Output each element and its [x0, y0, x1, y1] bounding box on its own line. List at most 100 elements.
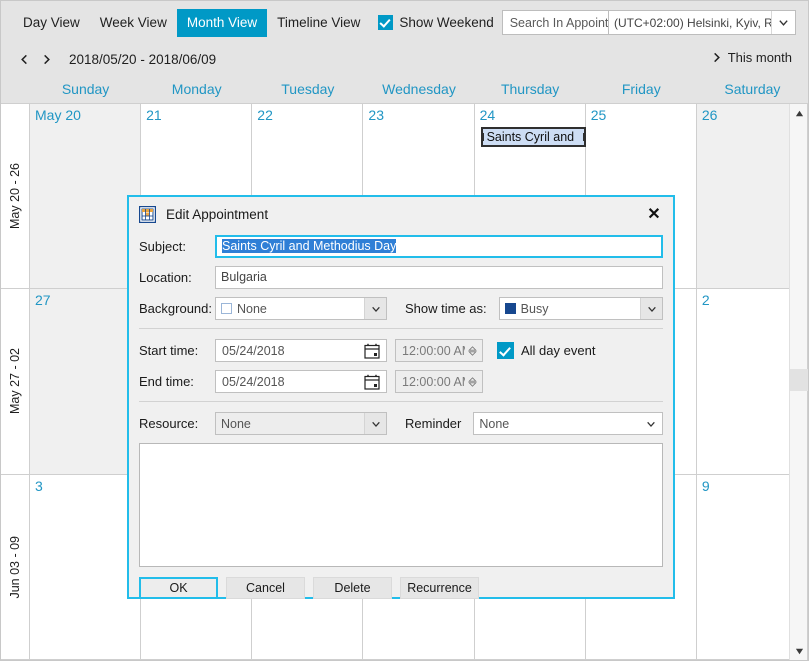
dialog-title: Edit Appointment: [166, 206, 269, 222]
end-time-label: End time:: [139, 374, 194, 389]
delete-button[interactable]: Delete: [313, 577, 392, 599]
reminder-select[interactable]: None: [473, 412, 663, 435]
show-weekend-checkbox[interactable]: Show Weekend: [378, 15, 494, 30]
start-time-value: 12:00:00 AM: [402, 343, 465, 358]
reminder-label: Reminder: [405, 416, 462, 431]
tab-week-view[interactable]: Week View: [90, 9, 177, 37]
reminder-value: None: [479, 416, 510, 431]
chevron-down-icon[interactable]: [364, 298, 386, 319]
cancel-button[interactable]: Cancel: [226, 577, 305, 599]
scroll-up-button[interactable]: [790, 104, 808, 122]
day-number: May 20: [35, 107, 81, 123]
day-number: 22: [257, 107, 273, 123]
prev-period-button[interactable]: [13, 49, 35, 71]
start-time-row: Start time: 05/24/2018 12:00:00 AM: [139, 339, 663, 362]
day-header-thursday: Thursday: [500, 81, 560, 97]
time-spinner-icon[interactable]: [465, 341, 479, 360]
day-header-monday: Monday: [171, 81, 222, 97]
divider: [139, 401, 663, 402]
resource-row: Resource: None Reminder None: [139, 412, 663, 435]
notes-textarea[interactable]: [139, 443, 663, 567]
day-header-row: Sunday Monday Tuesday Wednesday Thursday…: [1, 75, 808, 104]
end-time-input[interactable]: 12:00:00 AM: [395, 370, 483, 393]
chevron-right-icon: [713, 52, 720, 63]
resize-handle-left[interactable]: [482, 133, 484, 141]
next-period-button[interactable]: [35, 49, 57, 71]
background-value: None: [237, 301, 267, 316]
start-date-input[interactable]: 05/24/2018: [215, 339, 387, 362]
day-number: 25: [590, 107, 607, 123]
week-label: May 20 - 26: [1, 104, 29, 290]
time-spinner-icon[interactable]: [465, 372, 479, 391]
week-label-text: Jun 03 - 09: [8, 535, 22, 599]
week-label-spacer: [1, 75, 30, 103]
week-label-text: May 27 - 02: [8, 348, 22, 415]
scroll-down-button[interactable]: [790, 642, 808, 660]
vertical-scrollbar[interactable]: [789, 104, 808, 660]
chevron-down-icon[interactable]: [640, 413, 662, 434]
tab-day-view[interactable]: Day View: [13, 9, 90, 37]
toolbar: Day View Week View Month View Timeline V…: [1, 1, 808, 44]
color-swatch-none-icon: [221, 303, 232, 314]
show-weekend-label: Show Weekend: [399, 15, 494, 30]
all-day-event-checkbox[interactable]: All day event: [497, 342, 595, 359]
appointment-title: Saints Cyril and: [486, 130, 575, 144]
search-input[interactable]: [507, 14, 616, 31]
subject-input[interactable]: Saints Cyril and Methodius Day: [215, 235, 663, 258]
tab-timeline-view[interactable]: Timeline View: [267, 9, 370, 37]
showtime-label: Show time as:: [405, 301, 487, 316]
resource-select[interactable]: None: [215, 412, 387, 435]
chevron-down-icon[interactable]: [771, 11, 795, 34]
background-label: Background:: [139, 301, 212, 316]
dialog-title-bar: Edit Appointment ✕: [129, 197, 673, 231]
this-month-button[interactable]: This month: [711, 50, 792, 65]
subject-row: Subject: Saints Cyril and Methodius Day: [139, 235, 663, 258]
day-cell[interactable]: 3: [30, 474, 142, 659]
timezone-value: (UTC+02:00) Helsinki, Kyiv, Riga, S: [614, 15, 771, 30]
start-date-value: 05/24/2018: [222, 343, 285, 358]
end-time-row: End time: 05/24/2018 12:00:00 AM: [139, 370, 663, 393]
calendar-icon[interactable]: [364, 343, 380, 359]
location-row: Location: Bulgaria: [139, 266, 663, 289]
date-range-label: 2018/05/20 - 2018/06/09: [69, 52, 217, 67]
calendar-grid-icon: [139, 205, 156, 223]
chevron-down-icon[interactable]: [640, 298, 662, 319]
dialog-body: Subject: Saints Cyril and Methodius Day …: [129, 231, 673, 435]
resource-value: None: [221, 416, 251, 431]
day-cell[interactable]: 27: [30, 289, 142, 474]
scrollbar-thumb[interactable]: [790, 369, 808, 391]
end-date-value: 05/24/2018: [222, 374, 285, 389]
resource-label: Resource:: [139, 416, 199, 431]
showtime-select[interactable]: Busy: [498, 297, 663, 320]
start-time-input[interactable]: 12:00:00 AM: [395, 339, 483, 362]
location-label: Location:: [139, 270, 192, 285]
location-input[interactable]: Bulgaria: [215, 266, 663, 289]
triangle-up-icon: [795, 110, 803, 116]
week-label: May 27 - 02: [1, 289, 29, 475]
recurrence-button[interactable]: Recurrence: [400, 577, 479, 599]
close-icon[interactable]: ✕: [645, 205, 663, 223]
calendar-icon[interactable]: [364, 374, 380, 390]
day-header-saturday: Saturday: [724, 81, 781, 97]
day-number: 21: [146, 107, 162, 123]
edit-appointment-dialog: Edit Appointment ✕ Subject: Saints Cyril…: [127, 195, 675, 599]
resize-handle-right[interactable]: [582, 133, 584, 141]
appointment-block[interactable]: Saints Cyril and: [480, 127, 586, 147]
all-day-event-label: All day event: [521, 343, 596, 358]
tab-month-view[interactable]: Month View: [176, 8, 268, 37]
week-label-column: May 20 - 26 May 27 - 02 Jun 03 - 09: [1, 104, 30, 660]
end-date-input[interactable]: 05/24/2018: [215, 370, 387, 393]
week-label: Jun 03 - 09: [1, 475, 29, 660]
timezone-select[interactable]: (UTC+02:00) Helsinki, Kyiv, Riga, S: [608, 10, 796, 35]
end-time-value: 12:00:00 AM: [402, 374, 465, 389]
chevron-down-icon[interactable]: [364, 413, 386, 434]
background-select[interactable]: None: [215, 297, 387, 320]
subject-label: Subject:: [139, 239, 186, 254]
day-cell[interactable]: May 20: [30, 104, 142, 289]
day-number: 3: [35, 477, 43, 494]
color-swatch-busy-icon: [504, 303, 516, 314]
day-number: 24: [479, 107, 496, 123]
dialog-button-row: OK Cancel Delete Recurrence: [139, 577, 663, 599]
day-header-sunday: Sunday: [61, 81, 110, 97]
ok-button[interactable]: OK: [139, 577, 218, 599]
